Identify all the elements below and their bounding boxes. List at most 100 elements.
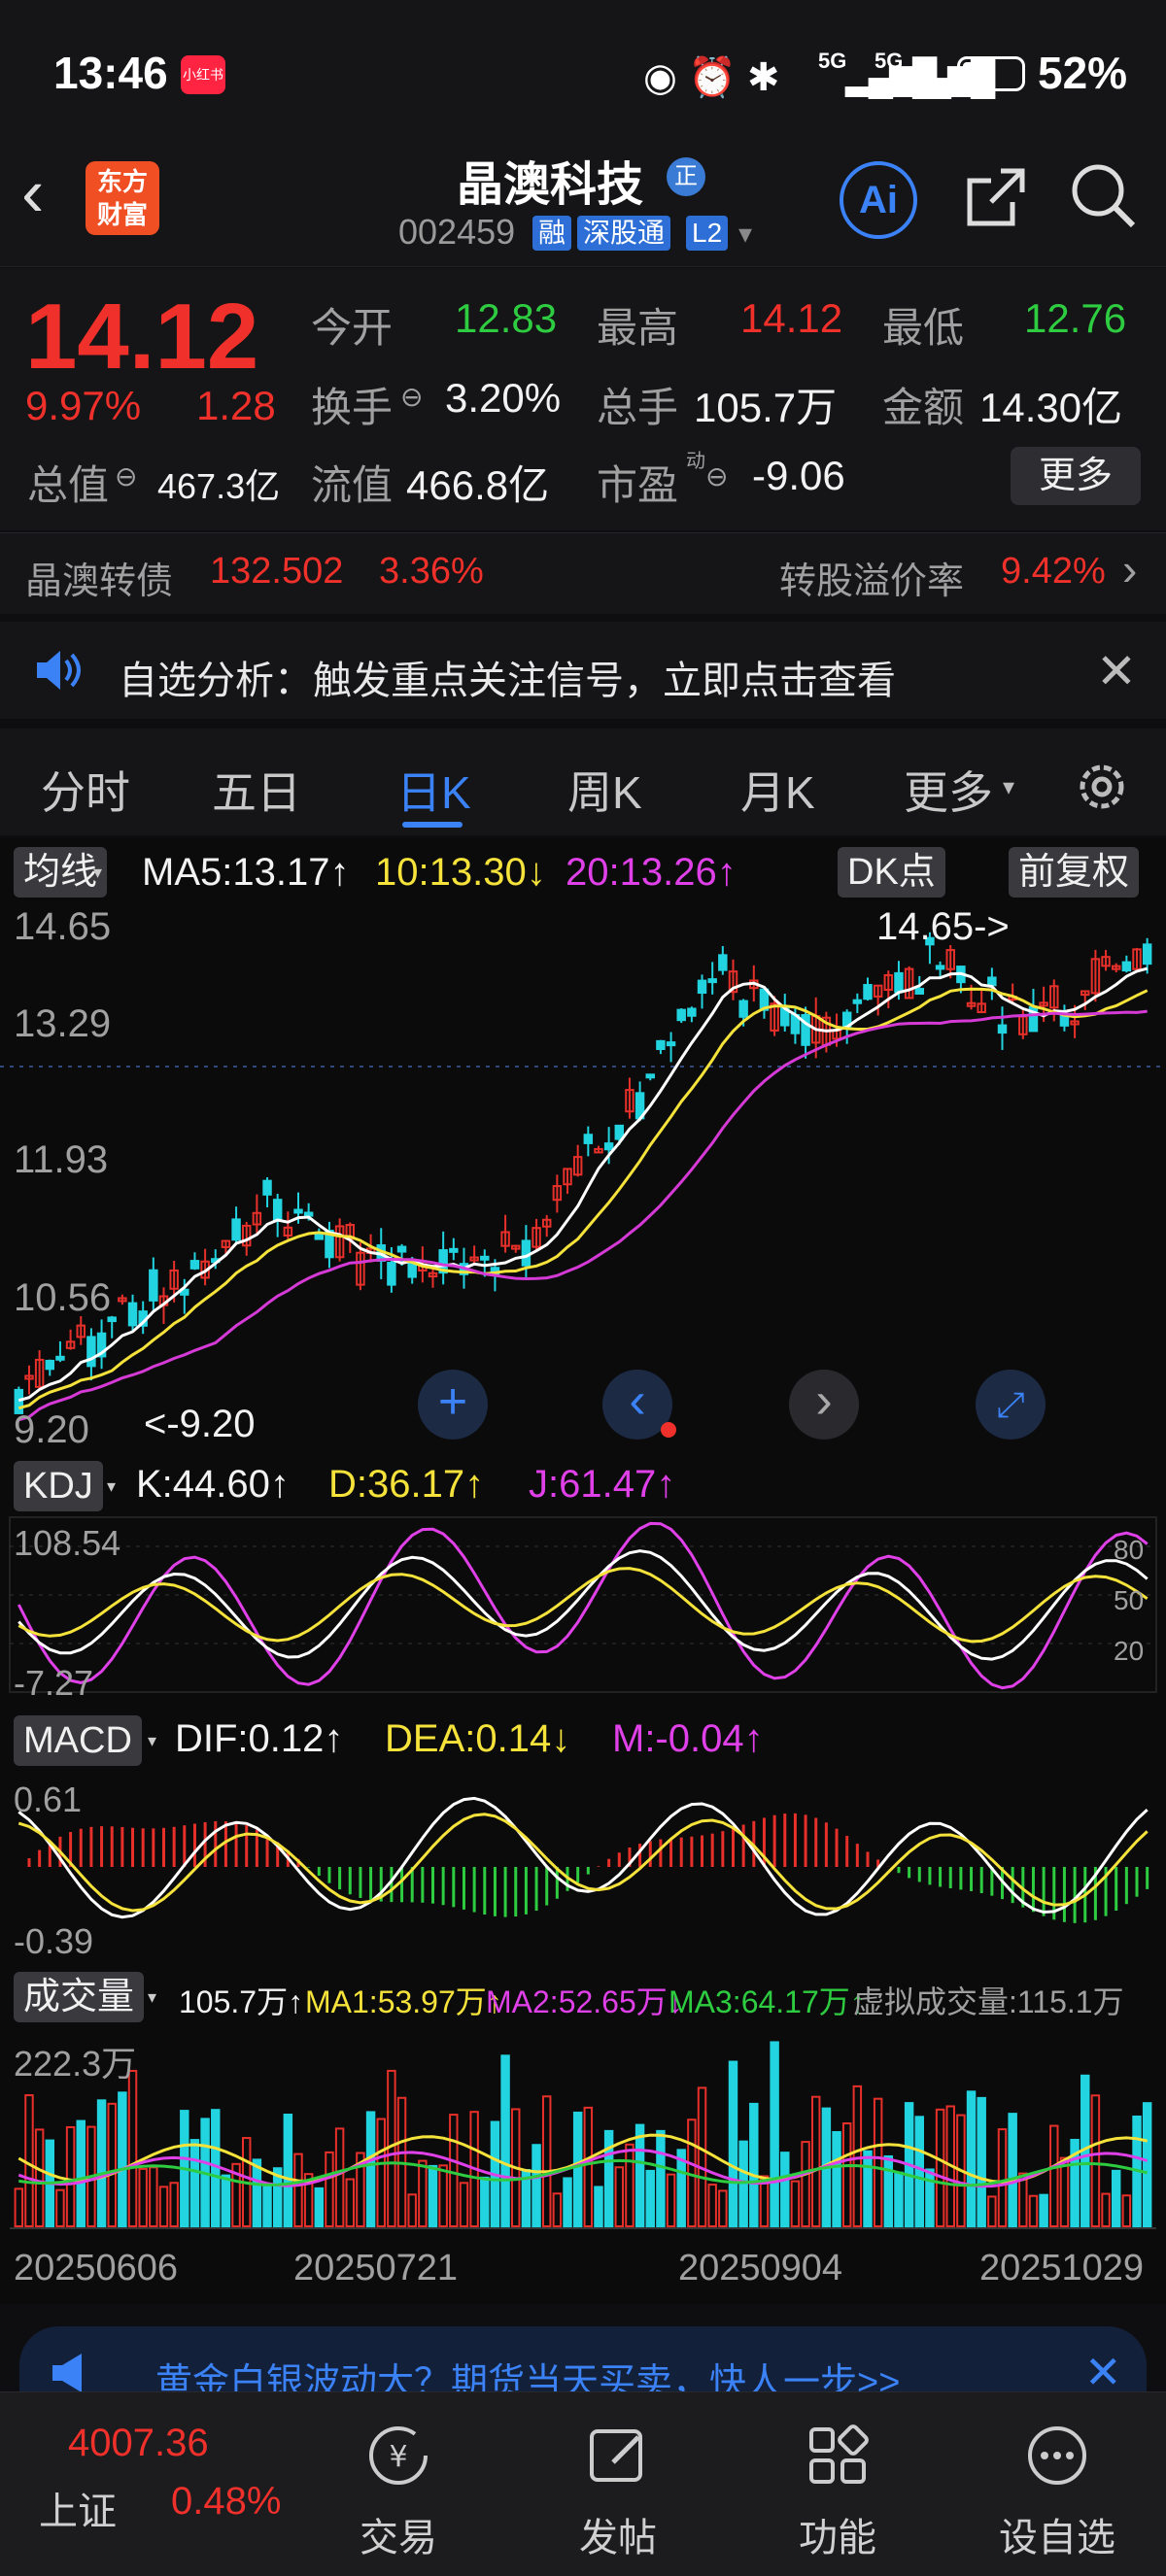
info-icon-2[interactable]: ⊖ [400,381,423,413]
volume-bar [1028,2194,1039,2227]
volume-bar [656,2129,666,2228]
volume-ma1: MA1:53.97万↑ [305,1984,502,2019]
volume-bar [65,2125,76,2228]
volume-bar [883,2154,894,2228]
nav-post[interactable]: 发帖 [540,2422,696,2562]
macd-axis-bottom: -0.39 [14,1921,94,1961]
candle-body [676,1008,686,1022]
kline-chart-area[interactable]: 均线 ▾ MA5:13.17↑ 10:13.30↓ 20:13.26↑ DK点 … [0,837,1166,2304]
fullscreen-icon[interactable]: ⤢ [976,1370,1046,1440]
tab-monthly-k[interactable]: 月K [740,758,815,822]
volume-bar [914,2116,925,2227]
candle-body [449,1247,459,1253]
chevron-right-icon: › [1122,544,1138,594]
macd-dif-line [17,1796,1149,1919]
volume-bar [55,2188,65,2228]
notice-bar[interactable]: 自选分析：触发重点关注信号，立即点击查看 ✕ [0,622,1166,719]
logo-text-2: 财富 [96,200,148,229]
volume-bar [76,2119,86,2227]
verified-badge: 正 [667,157,705,196]
chevron-right-icon[interactable]: › [789,1370,859,1440]
kdj-k-line [17,1549,1149,1661]
amount-label: 金额 [882,385,965,430]
kdj-selector[interactable]: KDJ [14,1461,103,1511]
tab-five-day[interactable]: 五日 [212,758,301,822]
volume-bar [935,2108,945,2227]
volume-bar [966,2090,977,2227]
candle-body [614,1124,625,1140]
date-label: 20250904 [678,2248,843,2288]
nav-label: 功能 [799,2517,876,2559]
premium-value: 9.42% [1001,551,1106,592]
volume-bar [749,2102,759,2228]
dropdown-icon[interactable]: ▾ [738,218,752,250]
volume-bar [96,2099,107,2228]
candle-body [656,1039,666,1050]
eastmoney-logo[interactable]: 东方 财富 [86,161,159,235]
stock-header: ‹ 东方 财富 晶澳科技 正 002459 融 深股通 L2 ▾ Ai [0,136,1166,267]
candle-body [45,1359,55,1371]
convertible-bond-row[interactable]: 晶澳转债 132.502 3.36% 转股溢价率 9.42% › [0,532,1166,614]
candle-body [396,1245,407,1253]
info-icon-3[interactable]: ⊖ [705,460,728,492]
volume-bar [293,2152,303,2228]
ad-close-icon[interactable]: ✕ [1084,2346,1122,2398]
close-icon[interactable]: ✕ [1096,643,1137,699]
nav-set-watchlist[interactable]: 设自选 [979,2422,1135,2562]
volume-bar [34,2128,45,2228]
chart-period-tabs: 分时 五日 日K 周K 月K 更多 ▾ [0,729,1166,835]
nav-trade[interactable]: ¥ 交易 [321,2422,476,2562]
candle-body [914,988,925,995]
macd-selector[interactable]: MACD [14,1715,142,1766]
macd-dropdown-icon: ▾ [148,1731,157,1750]
candle-body [935,965,945,970]
candle-body [987,976,997,987]
kdj-j-line [17,1521,1149,1690]
nav-functions[interactable]: 功能 [760,2422,915,2562]
kdj-level-20: 20 [1114,1636,1145,1666]
tab-more[interactable]: 更多 [904,758,993,822]
candle-body [583,1134,594,1144]
volume-bar [376,2118,386,2228]
speaker-icon [33,647,86,698]
candle-body [86,1336,96,1368]
volume-bar [1142,2102,1152,2227]
share-icon[interactable] [962,163,1030,236]
more-button[interactable]: 更多 [1011,447,1141,505]
signal-5g-icon-2: 5G [874,49,904,73]
candle-body [231,1218,241,1241]
info-icon[interactable]: ⊖ [115,460,137,492]
grid-icon [809,2424,869,2484]
notification-dot [661,1422,676,1438]
ai-assistant-button[interactable]: Ai [840,161,917,239]
gear-icon[interactable] [1073,758,1131,821]
float-label: 流值 [311,462,394,508]
tab-weekly-k[interactable]: 周K [567,758,642,822]
volume-bar [500,2054,510,2228]
turnover-label: 换手 [311,385,394,430]
amount-value: 14.30亿 [979,385,1123,430]
nav-label: 交易 [360,2517,437,2559]
volume-bar [997,2128,1008,2227]
candle-body [127,1302,138,1327]
volume-selector[interactable]: 成交量 [14,1972,145,2022]
kdj-d: D:36.17↑ [328,1463,485,1506]
tag-l2: L2 [686,216,729,251]
tab-intraday[interactable]: 分时 [41,758,130,822]
candle-body [521,1239,532,1267]
index-name[interactable]: 上证 [39,2480,117,2536]
volume-bar [1039,2193,1048,2228]
volume-bar [1111,2169,1121,2227]
volume-bar [449,2114,459,2228]
volume-bar [697,2086,707,2227]
tab-daily-k[interactable]: 日K [396,758,471,822]
volume-bar [707,2184,717,2228]
high-marker: 14.65-> [876,905,1010,948]
back-icon[interactable]: ‹ [21,158,44,226]
search-icon[interactable] [1069,161,1139,236]
volume-bar [532,2144,541,2227]
open-label: 今开 [311,305,394,351]
battery-icon [957,56,1025,91]
zoom-in-button[interactable]: + [418,1370,488,1440]
candle-body [303,1211,314,1217]
